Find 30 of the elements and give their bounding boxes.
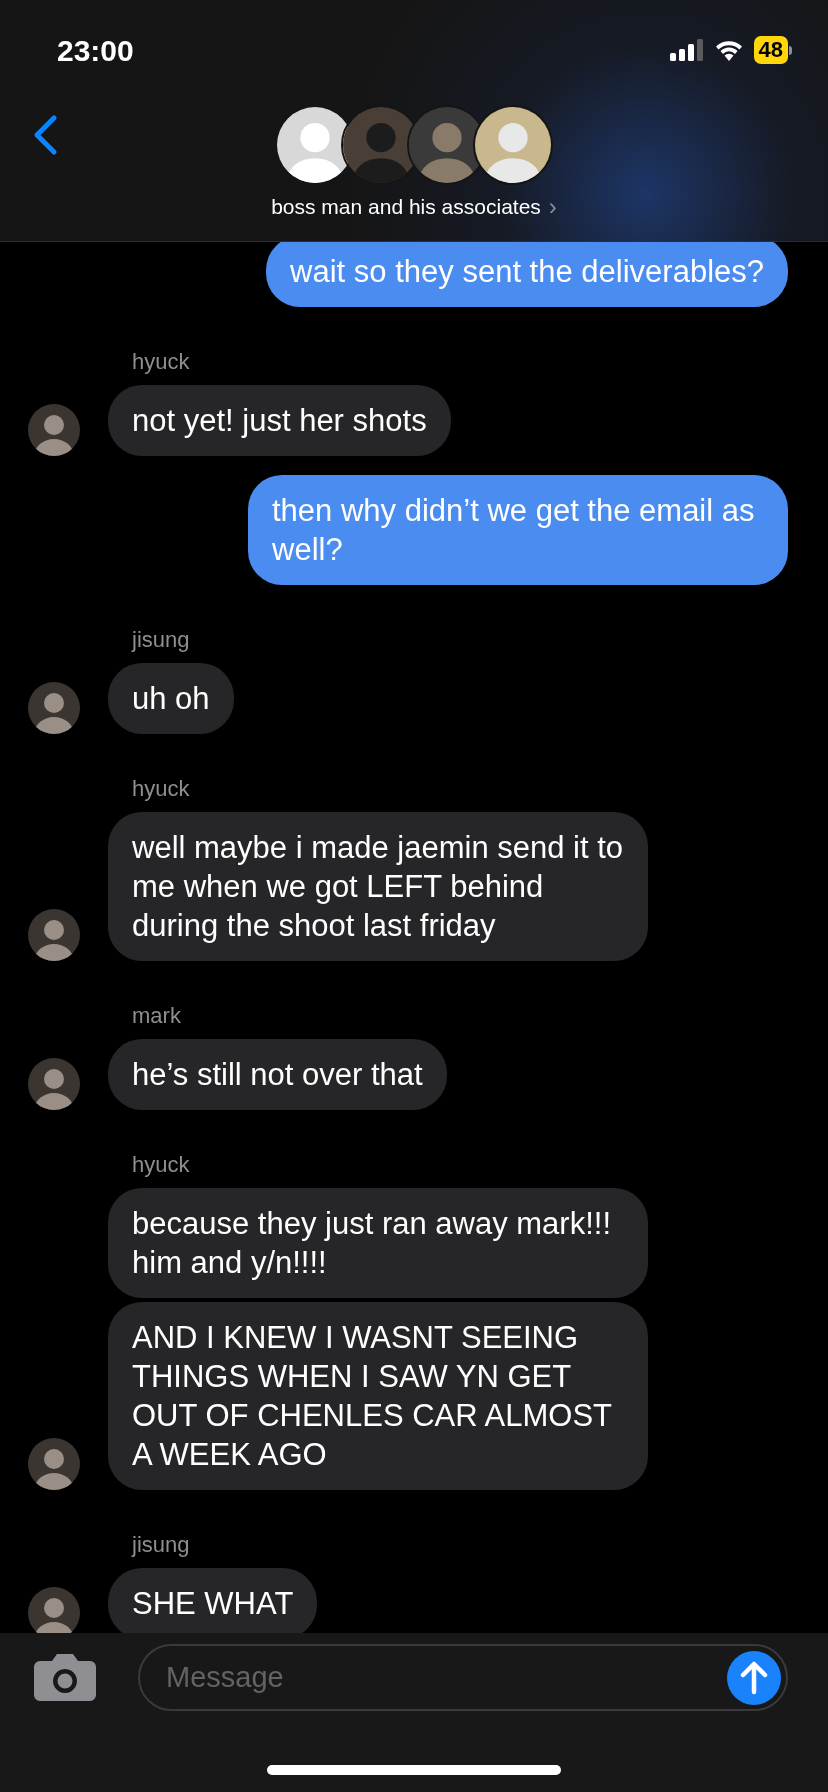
avatar	[28, 909, 80, 961]
message-bubble: SHE WHAT	[108, 1568, 318, 1633]
message-bubble: AND I KNEW I WASNT SEEING THINGS WHEN I SAW YN GET OUT OF CHENLES CAR ALMOST A WEEK AGO	[108, 1302, 648, 1490]
message-bubble: because they just ran away mark!!! him and y/n!!!!	[108, 1188, 648, 1298]
message-bubble: not yet! just her shots	[108, 385, 451, 456]
wifi-icon	[713, 39, 744, 61]
sender-name: mark	[131, 1003, 182, 1029]
sender-name: jisung	[130, 627, 191, 653]
signal-icon	[669, 39, 704, 61]
message-bubble: he’s still not over that	[108, 1039, 447, 1110]
message-bubble: uh oh	[108, 663, 234, 734]
status-time: 23:00	[57, 32, 134, 69]
avatar	[28, 1438, 80, 1490]
message-field[interactable]: Message	[166, 1655, 646, 1700]
avatar	[28, 682, 80, 734]
avatar	[28, 1058, 80, 1110]
sender-name: hyuck	[131, 349, 191, 375]
chevron-icon[interactable]: ›	[548, 194, 557, 219]
message-bubble: wait so they sent the deliverables?	[266, 242, 788, 307]
avatar	[28, 1587, 80, 1633]
camera-icon[interactable]	[34, 1653, 96, 1701]
send-button[interactable]	[727, 1650, 781, 1705]
sender-name: hyuck	[131, 776, 191, 802]
message-bubble: then why didn’t we get the email as well?	[248, 475, 788, 585]
message-bubble: well maybe i made jaemin send it to me when we got LEFT behind during the shoot last friday	[108, 812, 648, 961]
avatar	[28, 404, 80, 456]
message-field-frame[interactable]: Message	[138, 1644, 788, 1711]
group-title[interactable]: boss man and his associates	[271, 191, 541, 223]
sender-name: jisung	[130, 1532, 191, 1558]
sender-name: hyuck	[131, 1152, 191, 1178]
